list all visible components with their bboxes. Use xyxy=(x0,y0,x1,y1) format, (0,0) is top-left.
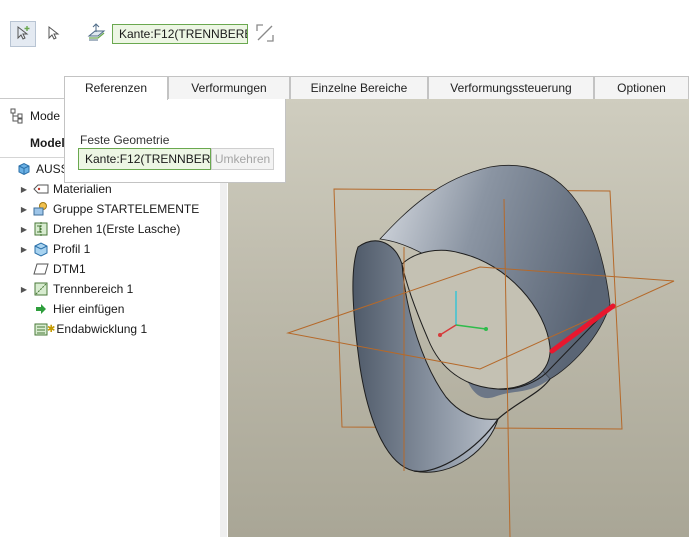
tree-item-label: Drehen 1(Erste Lasche) xyxy=(53,222,181,236)
revolve-icon xyxy=(33,221,49,237)
tab-optionen[interactable]: Optionen xyxy=(594,76,689,99)
tab-referenzen[interactable]: Referenzen xyxy=(64,76,168,100)
model-tree-column-title: Model xyxy=(30,136,65,150)
fixed-geometry-button[interactable] xyxy=(84,21,110,47)
model-tree-scrollbar[interactable] xyxy=(220,158,227,537)
flip-direction-button[interactable] xyxy=(252,21,278,47)
tree-item-label: DTM1 xyxy=(53,262,86,276)
select-edge-button[interactable] xyxy=(10,21,36,47)
profile-icon xyxy=(33,241,49,257)
expand-triangle-icon[interactable]: ▶ xyxy=(19,185,29,194)
fixed-geometry-icon xyxy=(86,22,108,47)
tree-item-label: Materialien xyxy=(53,182,112,196)
model-tree-header[interactable]: Mode xyxy=(10,107,60,125)
insert-here-arrow-icon xyxy=(33,301,49,317)
graphics-viewport[interactable] xyxy=(228,99,689,537)
tree-item-dtm1[interactable]: DTM1 xyxy=(0,259,220,279)
fixed-geometry-label: Feste Geometrie xyxy=(80,133,170,147)
tree-item-hier-einfuegen[interactable]: Hier einfügen xyxy=(0,299,220,319)
rip-icon xyxy=(33,281,49,297)
expand-triangle-icon[interactable]: ▶ xyxy=(19,205,29,214)
expand-triangle-icon[interactable]: ▶ xyxy=(19,245,29,254)
part-icon xyxy=(16,161,32,177)
fixed-geometry-field[interactable]: Kante:F12(TRENNBEREIC xyxy=(78,148,211,170)
expand-triangle-icon[interactable]: ▶ xyxy=(19,285,29,294)
tab-verformungssteuerung[interactable]: Verformungssteuerung xyxy=(428,76,594,99)
cursor-plus-icon xyxy=(14,24,32,45)
tree-item-label: Trennbereich 1 xyxy=(53,282,134,296)
materials-icon xyxy=(33,181,49,197)
expand-triangle-icon[interactable]: ▶ xyxy=(19,225,29,234)
tree-item-label: Hier einfügen xyxy=(53,302,125,316)
references-panel: Feste Geometrie Kante:F12(TRENNBEREIC Um… xyxy=(64,99,286,183)
dashboard-tabs: Referenzen Verformungen Einzelne Bereich… xyxy=(0,76,689,100)
tree-item-endabwicklung[interactable]: ✱ Endabwicklung 1 xyxy=(0,319,220,339)
dashboard-toolbar: Kante:F12(TRENNBEREIC xyxy=(0,0,689,76)
reference-collector-field[interactable]: Kante:F12(TRENNBEREIC xyxy=(112,24,248,44)
tree-item-label: Profil 1 xyxy=(53,242,91,256)
select-button[interactable] xyxy=(40,21,66,47)
model-graphics xyxy=(286,164,675,537)
datum-plane-icon xyxy=(33,261,49,277)
group-icon xyxy=(33,201,49,217)
tab-einzelne-bereiche[interactable]: Einzelne Bereiche xyxy=(290,76,428,99)
new-feature-star-icon: ✱ xyxy=(47,323,56,335)
tree-item-gruppe[interactable]: ▶ Gruppe STARTELEMENTE xyxy=(0,199,220,219)
tree-item-trennbereich[interactable]: ▶ Trennbereich 1 xyxy=(0,279,220,299)
cursor-icon xyxy=(44,24,62,45)
flip-button[interactable]: Umkehren xyxy=(211,148,274,170)
tree-item-drehen[interactable]: ▶ Drehen 1(Erste Lasche) xyxy=(0,219,220,239)
tree-item-label: Endabwicklung 1 xyxy=(56,322,148,336)
flip-arrows-icon xyxy=(254,22,276,47)
model-tree-header-label: Mode xyxy=(30,109,61,123)
tree-item-profil[interactable]: ▶ Profil 1 xyxy=(0,239,220,259)
tree-item-label: Gruppe STARTELEMENTE xyxy=(53,202,200,216)
tab-verformungen[interactable]: Verformungen xyxy=(168,76,290,99)
model-tree-icon xyxy=(10,108,24,124)
